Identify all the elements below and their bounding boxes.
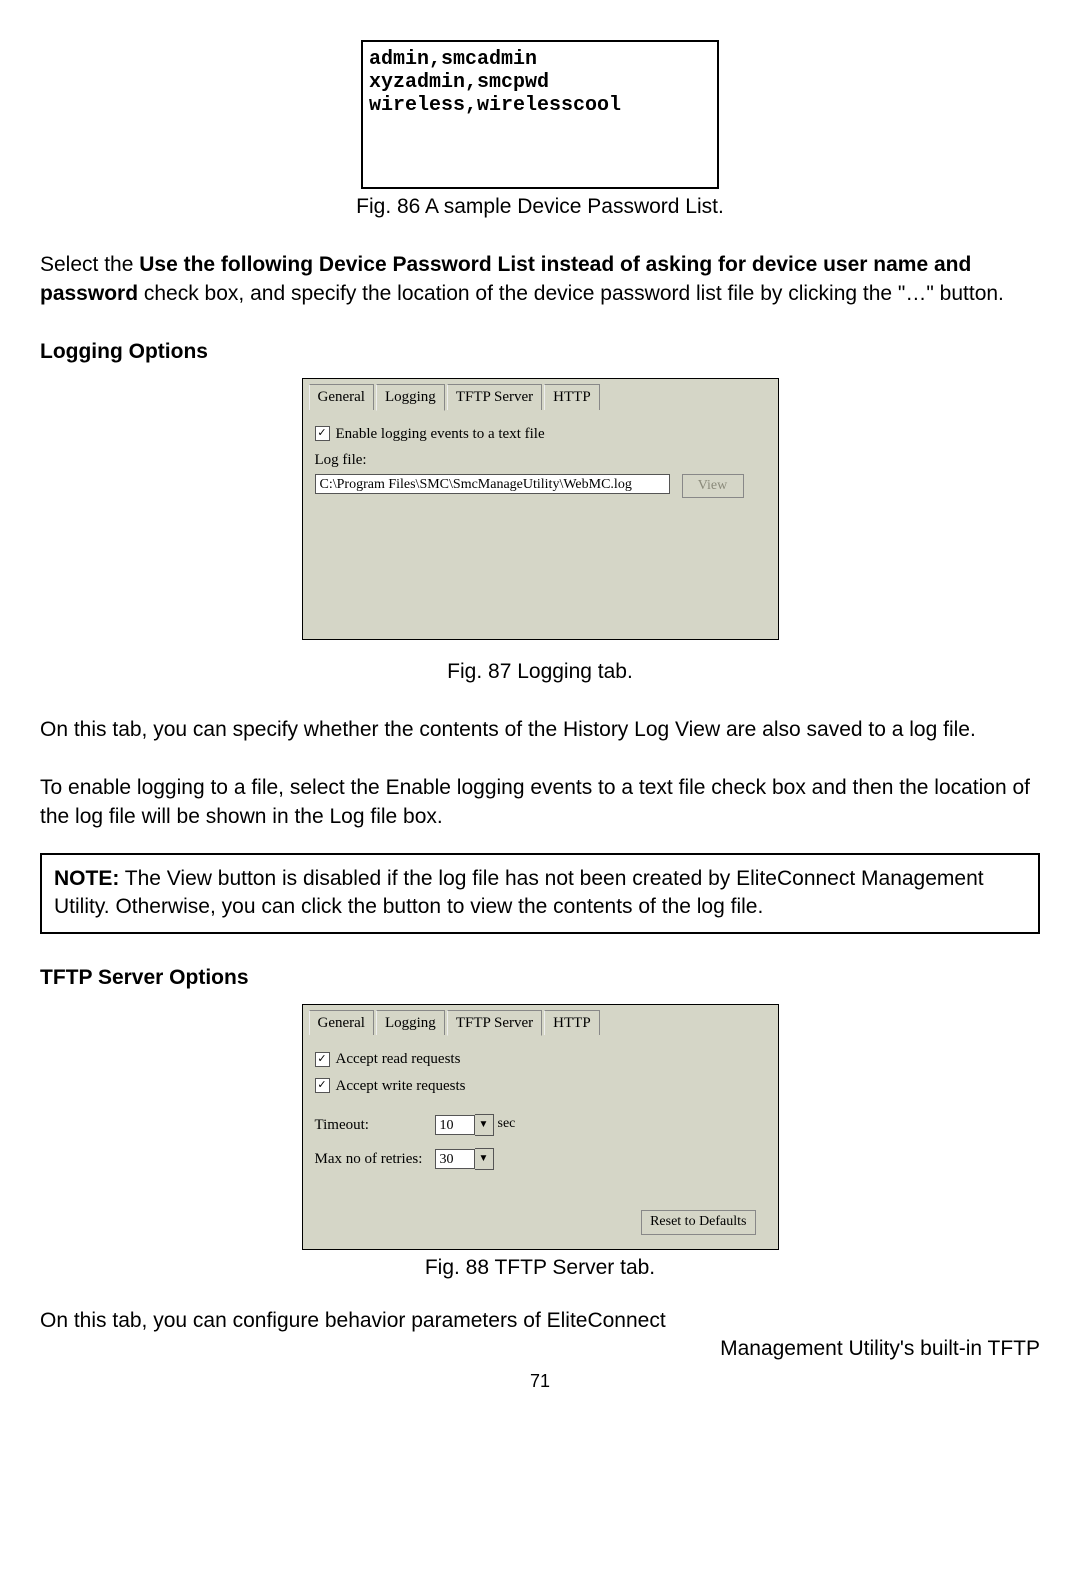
accept-read-row: ✓ Accept read requests [315,1049,766,1069]
accept-write-checkbox[interactable]: ✓ [315,1078,330,1093]
enable-logging-label: Enable logging events to a text file [336,424,545,444]
enable-logging-row: ✓ Enable logging events to a text file [315,424,766,444]
tab-logging[interactable]: Logging [376,384,445,410]
timeout-unit: sec [498,1115,516,1134]
logfile-label: Log file: [315,450,766,470]
chevron-down-icon[interactable]: ▼ [475,1148,494,1170]
figure-86-caption: Fig. 86 A sample Device Password List. [40,193,1040,221]
retries-combo[interactable]: 30 ▼ [435,1148,494,1170]
note-text: The View button is disabled if the log f… [54,867,984,918]
tab-tftp-server[interactable]: TFTP Server [447,384,542,409]
tftp-tab-general[interactable]: General [309,1010,374,1035]
paragraph-tftp-desc-line2: Management Utility's built-in TFTP [40,1335,1040,1363]
heading-logging-options: Logging Options [40,338,1040,366]
accept-write-row: ✓ Accept write requests [315,1076,766,1096]
timeout-label: Timeout: [315,1115,435,1135]
logging-dialog-body: ✓ Enable logging events to a text file L… [303,410,778,639]
retries-label: Max no of retries: [315,1149,435,1169]
note-label: NOTE: [54,867,119,890]
timeout-value[interactable]: 10 [435,1115,475,1135]
retries-value[interactable]: 30 [435,1149,475,1169]
logfile-row: C:\Program Files\SMC\SmcManageUtility\We… [315,474,766,501]
paragraph-logging-desc1: On this tab, you can specify whether the… [40,716,1040,744]
tab-general[interactable]: General [309,384,374,409]
logfile-input[interactable]: C:\Program Files\SMC\SmcManageUtility\We… [315,474,670,494]
timeout-row: Timeout: 10 ▼ sec [315,1114,766,1136]
timeout-combo[interactable]: 10 ▼ [435,1114,494,1136]
tftp-dialog-body: ✓ Accept read requests ✓ Accept write re… [303,1035,778,1249]
figure-88-caption: Fig. 88 TFTP Server tab. [40,1254,1040,1282]
tftp-tab-http[interactable]: HTTP [544,1010,600,1035]
paragraph-tftp-desc-line1: On this tab, you can configure behavior … [40,1307,1040,1335]
device-password-list-box: admin,smcadmin xyzadmin,smcpwd wireless,… [361,40,719,189]
enable-logging-checkbox[interactable]: ✓ [315,426,330,441]
paragraph-logging-desc2: To enable logging to a file, select the … [40,774,1040,831]
figure-87-caption: Fig. 87 Logging tab. [40,658,1040,686]
tftp-tab-logging[interactable]: Logging [376,1010,445,1035]
tftp-tab-tftp-server[interactable]: TFTP Server [447,1010,542,1036]
page-number: 71 [40,1369,1040,1393]
tftp-tabs: General Logging TFTP Server HTTP [303,1005,778,1035]
accept-read-label: Accept read requests [336,1049,461,1069]
reset-to-defaults-button[interactable]: Reset to Defaults [641,1210,755,1235]
accept-write-label: Accept write requests [336,1076,466,1096]
chevron-down-icon[interactable]: ▼ [475,1114,494,1136]
para1-pre: Select the [40,253,139,276]
accept-read-checkbox[interactable]: ✓ [315,1052,330,1067]
note-box: NOTE: The View button is disabled if the… [40,853,1040,934]
tftp-dialog: General Logging TFTP Server HTTP ✓ Accep… [302,1004,779,1250]
tab-http[interactable]: HTTP [544,384,600,409]
retries-row: Max no of retries: 30 ▼ [315,1148,766,1170]
heading-tftp-options: TFTP Server Options [40,964,1040,992]
logging-tabs: General Logging TFTP Server HTTP [303,379,778,409]
logging-dialog: General Logging TFTP Server HTTP ✓ Enabl… [302,378,779,639]
view-button: View [682,474,744,498]
para1-post: check box, and specify the location of t… [138,282,1004,305]
paragraph-select-password-list: Select the Use the following Device Pass… [40,251,1040,308]
